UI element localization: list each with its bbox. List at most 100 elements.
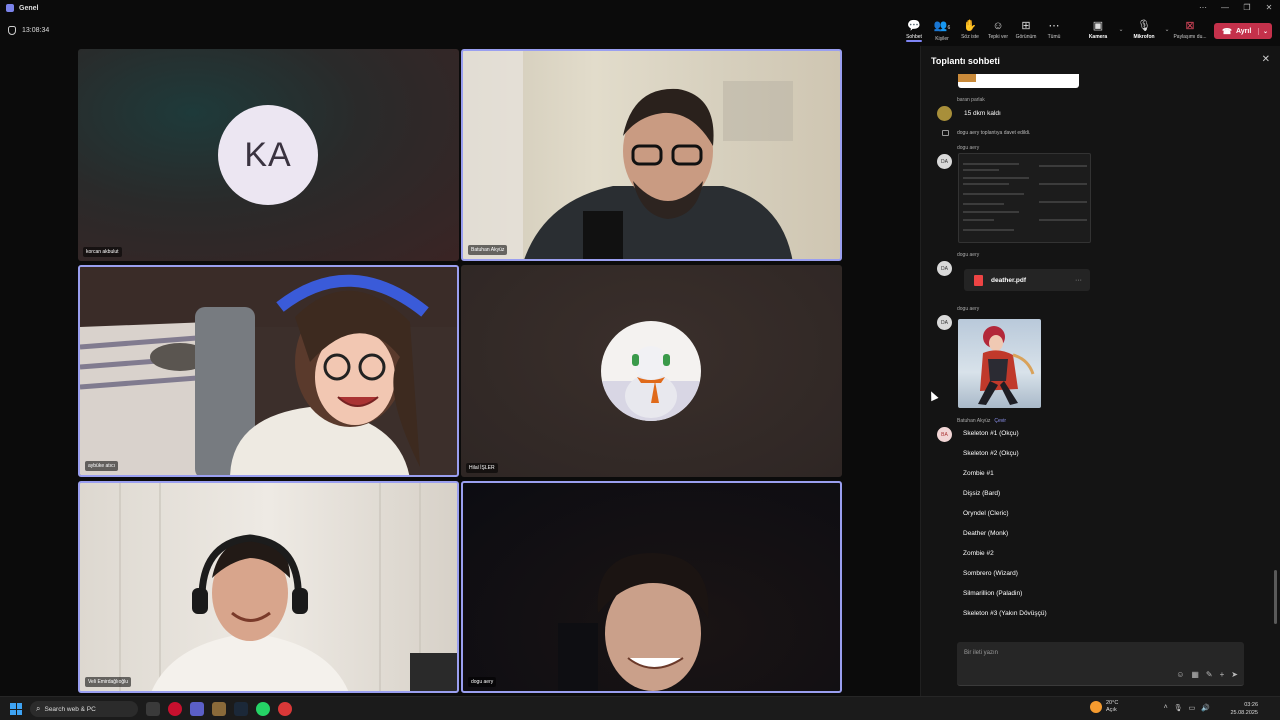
people-icon: 👥6: [933, 20, 951, 32]
send-icon[interactable]: ➤: [1231, 670, 1238, 679]
participant-tile[interactable]: Veli Emirdağlıoğlu: [78, 481, 459, 693]
chevron-up-icon[interactable]: ˄: [1164, 704, 1168, 712]
screenshot-thumbnail: [963, 163, 1087, 231]
pdf-icon: [974, 274, 983, 286]
camera-icon: ▣: [1092, 20, 1104, 32]
avatar: BA: [937, 427, 952, 442]
react-button[interactable]: ☺ Tepki ver: [984, 16, 1012, 44]
search-icon: ⌕: [36, 704, 41, 713]
teams-icon[interactable]: [190, 702, 204, 716]
chat-image-attachment[interactable]: [958, 74, 1079, 88]
participant-tile[interactable]: Hilal İŞLER: [461, 265, 842, 477]
more-options-button[interactable]: ⋯: [1192, 0, 1214, 16]
taskbar: ⌕ Search web & PC 20°C Açık ˄ 🎙 ▭ 🔊 03:26…: [0, 696, 1280, 720]
task-view-icon[interactable]: [146, 702, 160, 716]
list-item: Zombie #1: [963, 470, 994, 477]
message-input[interactable]: Bir ileti yazın: [964, 650, 998, 656]
volume-icon[interactable]: 🔊: [1201, 704, 1210, 712]
chat-title: Toplantı sohbeti: [931, 56, 1000, 66]
gif-icon[interactable]: ▦: [1191, 670, 1199, 679]
emoji-icon[interactable]: ☺: [1176, 670, 1184, 679]
teams-icon: [6, 4, 14, 12]
list-item: Deather (Monk): [963, 530, 1009, 537]
message-sender: dogu aery: [957, 252, 980, 258]
leave-button[interactable]: ☎ Ayrıl ⌄: [1214, 23, 1272, 39]
camera-button[interactable]: ▣ Kamera: [1080, 16, 1116, 44]
chat-image-attachment[interactable]: [958, 153, 1091, 243]
microphone-button[interactable]: 🎙 Mikrofon: [1126, 16, 1162, 44]
message-sender: Batuhan Akyüz Çevir: [957, 418, 1007, 424]
list-item: Dişsiz (Bard): [963, 490, 1001, 497]
weather-widget[interactable]: 20°C Açık: [1090, 700, 1118, 714]
close-window-button[interactable]: ✕: [1258, 0, 1280, 16]
add-icon[interactable]: +: [1220, 670, 1225, 679]
steam-icon[interactable]: [234, 702, 248, 716]
clock[interactable]: 03:26 25.08.2025: [1230, 701, 1258, 717]
avatar: [601, 321, 701, 421]
whatsapp-icon[interactable]: [256, 702, 270, 716]
translate-link[interactable]: Çevir: [994, 418, 1006, 424]
video-stage: KA korcan akbulut Batuhan Akyüz aybüke a…: [0, 46, 920, 696]
people-count: 6: [947, 25, 951, 31]
camera-options-chevron-icon[interactable]: ⌄: [1116, 26, 1126, 33]
file-attachment[interactable]: deather.pdf ···: [964, 269, 1090, 291]
opera-icon[interactable]: [168, 702, 182, 716]
minecraft-icon[interactable]: [212, 702, 226, 716]
composer-actions: ☺ ▦ ✎ + ➤: [1176, 670, 1238, 679]
shield-icon: [8, 26, 16, 35]
elapsed-time: 13:08:34: [22, 27, 50, 34]
chat-button[interactable]: 💬 Sohbet: [900, 16, 928, 44]
more-options-icon[interactable]: ···: [1075, 277, 1082, 284]
meeting-timer: 13:08:34: [8, 26, 49, 35]
start-button[interactable]: [10, 703, 22, 715]
participant-tile[interactable]: KA korcan akbulut: [78, 49, 459, 261]
chrome-icon[interactable]: [278, 702, 292, 716]
chat-scrollbar[interactable]: [1274, 570, 1277, 624]
mic-icon: 🎙: [1137, 20, 1151, 32]
attach-icon[interactable]: ✎: [1206, 670, 1213, 679]
leave-options-chevron-icon[interactable]: ⌄: [1257, 27, 1268, 35]
video-feed: [558, 553, 709, 691]
list-item: Skeleton #1 (Okçu): [963, 430, 1019, 437]
avatar: [937, 106, 952, 121]
message-sender: baran parlak: [957, 97, 985, 103]
participant-name: Veli Emirdağlıoğlu: [85, 677, 132, 687]
list-item: Sombrero (Wizard): [963, 570, 1018, 577]
message-sender: dogu aery: [957, 145, 980, 151]
taskbar-search[interactable]: ⌕ Search web & PC: [30, 701, 138, 717]
mic-options-chevron-icon[interactable]: ⌄: [1162, 26, 1172, 33]
video-feed: [463, 51, 793, 259]
network-icon[interactable]: ▭: [1189, 704, 1196, 712]
list-item: Skeleton #2 (Okçu): [963, 450, 1019, 457]
date: 25.08.2025: [1230, 710, 1258, 716]
participant-tile[interactable]: aybüke atıcı: [78, 265, 459, 477]
list-item: Skeleton #3 (Yakın Dövüşçü): [963, 610, 1047, 617]
list-item: Zombie #2: [963, 550, 994, 557]
message-composer[interactable]: Bir ileti yazın ☺ ▦ ✎ + ➤: [957, 642, 1244, 686]
maximize-button[interactable]: ❐: [1236, 0, 1258, 16]
participant-name: Hilal İŞLER: [466, 463, 498, 473]
view-button[interactable]: ⊞ Görünüm: [1012, 16, 1040, 44]
close-icon[interactable]: ✕: [1262, 54, 1270, 65]
system-message: dogu aery toplantıya davet edildi.: [957, 130, 1031, 136]
minimize-button[interactable]: —: [1214, 0, 1236, 16]
list-item: Silmarillion (Paladin): [963, 590, 1023, 597]
stop-share-button[interactable]: ⊠ Paylaşımı du...: [1172, 16, 1208, 44]
meeting-toolbar: 13:08:34 💬 Sohbet 👥6 Kişiler ✋ Söz iste …: [0, 16, 1280, 46]
people-button[interactable]: 👥6 Kişiler: [928, 16, 956, 44]
chat-image-attachment[interactable]: [958, 319, 1041, 408]
file-name: deather.pdf: [991, 276, 1027, 284]
raise-hand-icon: ✋: [963, 20, 977, 32]
raise-hand-button[interactable]: ✋ Söz iste: [956, 16, 984, 44]
chat-icon: 💬: [907, 20, 921, 32]
more-button[interactable]: ⋯ Tümü: [1040, 16, 1068, 44]
participant-tile[interactable]: Batuhan Akyüz: [461, 49, 842, 261]
character-art-thumbnail: [978, 326, 1035, 405]
mic-icon[interactable]: 🎙: [1174, 704, 1183, 712]
avatar: DA: [937, 154, 952, 169]
list-item: Oryndel (Cleric): [963, 510, 1009, 517]
participant-tile[interactable]: dogu aery: [461, 481, 842, 693]
participant-name: aybüke atıcı: [85, 461, 118, 471]
video-feed: [119, 483, 457, 691]
window-controls: ⋯ — ❐ ✕: [1192, 0, 1280, 16]
